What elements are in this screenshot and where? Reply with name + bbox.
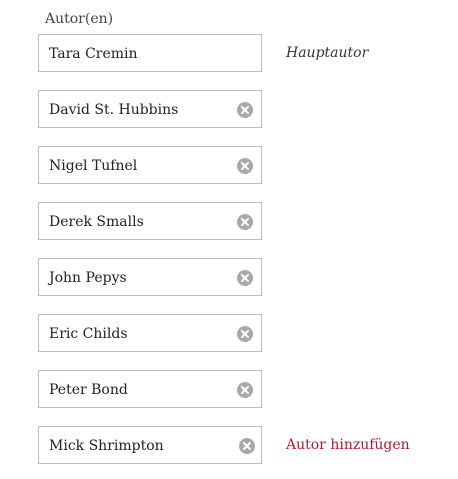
remove-author-icon[interactable] (237, 158, 253, 174)
remove-author-icon[interactable] (237, 382, 253, 398)
author-name: John Pepys (49, 270, 127, 286)
author-field-1[interactable]: Tara Cremin (38, 34, 262, 72)
author-name: Mick Shrimpton (49, 438, 164, 454)
author-name: Tara Cremin (49, 46, 138, 62)
author-name: Peter Bond (49, 382, 128, 398)
add-author-link[interactable]: Autor hinzufügen (286, 436, 410, 454)
authors-label: Autor(en) (45, 11, 114, 27)
remove-author-icon[interactable] (239, 438, 255, 454)
author-field-7[interactable]: Peter Bond (38, 370, 262, 408)
author-field-3[interactable]: Nigel Tufnel (38, 146, 262, 184)
author-name: Eric Childs (49, 326, 128, 342)
remove-author-icon[interactable] (237, 102, 253, 118)
remove-author-icon[interactable] (237, 326, 253, 342)
author-field-4[interactable]: Derek Smalls (38, 202, 262, 240)
remove-author-icon[interactable] (237, 270, 253, 286)
author-field-5[interactable]: John Pepys (38, 258, 262, 296)
primary-author-hint: Hauptautor (286, 45, 369, 61)
author-field-2[interactable]: David St. Hubbins (38, 90, 262, 128)
author-field-8[interactable]: Mick Shrimpton (38, 426, 262, 464)
author-name: Nigel Tufnel (49, 158, 138, 174)
author-name: Derek Smalls (49, 214, 144, 230)
remove-author-icon[interactable] (237, 214, 253, 230)
author-field-6[interactable]: Eric Childs (38, 314, 262, 352)
author-name: David St. Hubbins (49, 102, 179, 118)
